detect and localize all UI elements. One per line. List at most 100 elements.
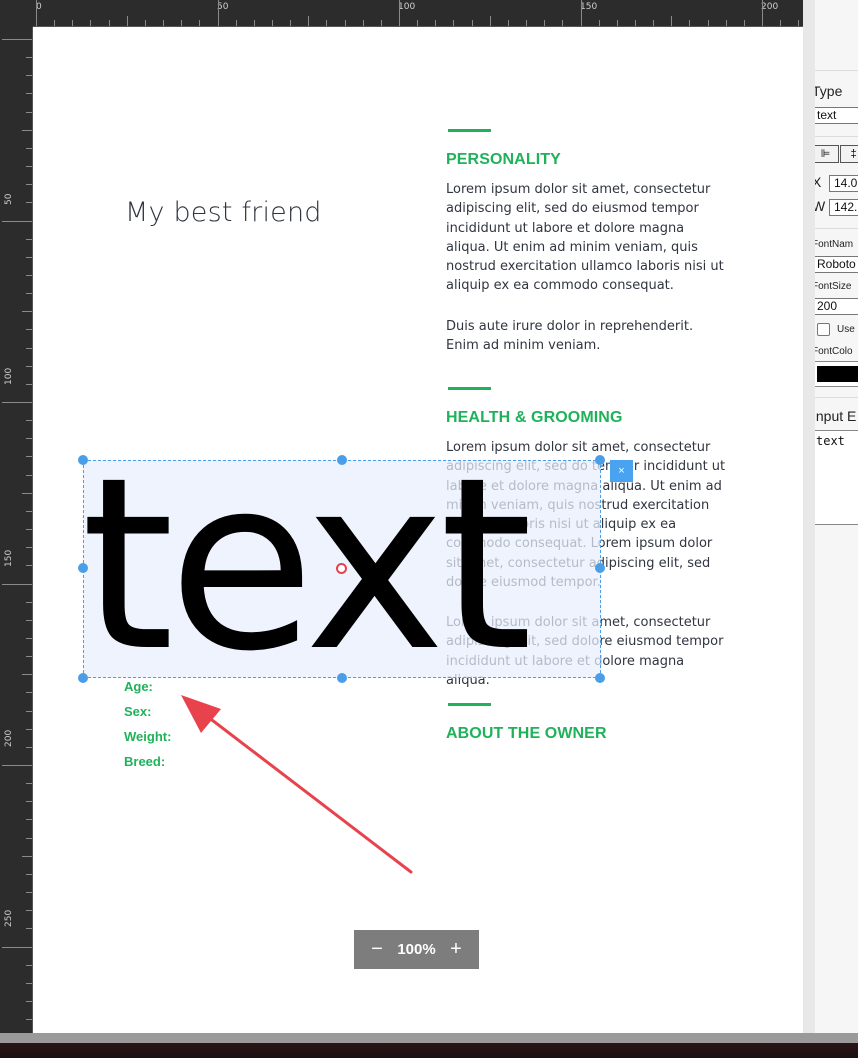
zoom-out-button[interactable]: − <box>368 938 386 961</box>
canvas-scroll-gutter <box>803 0 815 1033</box>
ruler-tick <box>2 583 32 585</box>
ruler-tick <box>26 801 32 803</box>
ruler-label-150: 150 <box>580 2 598 12</box>
page-title[interactable]: My best friend <box>125 197 322 228</box>
ruler-tick <box>22 492 32 494</box>
ruler-tick <box>544 20 546 26</box>
ruler-tick <box>22 129 32 131</box>
x-field[interactable]: 14.0 <box>829 175 858 192</box>
ruler-tick <box>26 728 32 730</box>
annotation-arrow-icon <box>181 695 413 874</box>
w-field[interactable]: 142. <box>829 199 858 216</box>
rotate-center-handle[interactable] <box>336 563 347 574</box>
owner-heading[interactable]: ABOUT THE OWNER <box>446 725 607 743</box>
resize-handle-top-left[interactable] <box>78 455 88 465</box>
ruler-tick <box>26 365 32 367</box>
ruler-tick <box>616 20 618 26</box>
panel-divider <box>815 70 858 71</box>
ruler-tick <box>26 474 32 476</box>
pet-field-breed[interactable]: Breed: <box>124 754 165 769</box>
ruler-tick <box>26 347 32 349</box>
ruler-tick <box>2 402 32 403</box>
ruler-tick <box>26 746 32 748</box>
resize-handle-bottom-center[interactable] <box>337 673 347 683</box>
ruler-tick <box>36 0 37 26</box>
align-left-button[interactable]: ⊫ <box>815 145 839 163</box>
window-bottom-edge <box>0 1033 858 1058</box>
vertical-ruler: 50 100 150 200 250 <box>0 27 33 1033</box>
ruler-tick <box>26 111 32 113</box>
ruler-tick <box>26 565 32 567</box>
font-color-picker[interactable] <box>815 361 858 387</box>
use-checkbox[interactable] <box>817 323 830 336</box>
ruler-tick <box>380 20 382 26</box>
ruler-tick <box>144 20 146 26</box>
ruler-tick <box>22 855 32 857</box>
ruler-tick <box>26 982 32 984</box>
ruler-corner <box>0 0 33 27</box>
ruler-label-100: 100 <box>398 2 416 12</box>
ruler-tick <box>26 420 32 422</box>
font-color-label: FontColo <box>815 346 853 357</box>
resize-handle-top-center[interactable] <box>337 455 347 465</box>
ruler-tick <box>725 20 727 26</box>
pet-field-sex[interactable]: Sex: <box>124 704 151 719</box>
health-heading[interactable]: HEALTH & GROOMING <box>446 409 623 427</box>
align-center-button[interactable]: ‡ <box>840 145 858 163</box>
selected-text-element[interactable]: text <box>81 447 533 685</box>
ruler-tick <box>26 783 32 785</box>
ruler-label-v50: 50 <box>4 193 14 205</box>
ruler-tick <box>26 1019 32 1021</box>
resize-handle-top-right[interactable] <box>595 455 605 465</box>
ruler-tick <box>26 547 32 549</box>
pet-field-weight[interactable]: Weight: <box>124 729 171 744</box>
ruler-tick <box>72 20 74 26</box>
personality-paragraph-1[interactable]: Lorem ipsum dolor sit amet, consectetur … <box>446 180 726 296</box>
use-label: Use <box>837 324 855 335</box>
panel-divider <box>815 136 858 137</box>
ruler-tick <box>326 20 328 26</box>
x-label: X <box>815 174 822 190</box>
resize-handle-bottom-right[interactable] <box>595 673 605 683</box>
ruler-tick <box>26 238 32 240</box>
ruler-tick <box>2 765 32 766</box>
delete-element-button[interactable]: × <box>610 460 633 482</box>
design-canvas[interactable]: My best friend PERSONALITY Lorem ipsum d… <box>33 27 803 1033</box>
font-name-select[interactable]: Roboto <box>815 256 858 273</box>
ruler-tick <box>2 946 32 948</box>
personality-paragraph-2[interactable]: Duis aute irure dolor in reprehenderit. … <box>446 317 726 356</box>
type-label: Type <box>815 83 843 99</box>
personality-heading[interactable]: PERSONALITY <box>446 151 561 169</box>
horizontal-ruler: 0 50 100 150 200 <box>0 0 803 27</box>
ruler-tick <box>489 16 491 26</box>
ruler-label-v150: 150 <box>4 549 14 567</box>
ruler-tick <box>26 166 32 168</box>
editor-app: 0 50 100 150 200 50 100 150 200 250 My b… <box>0 0 858 1058</box>
resize-handle-middle-right[interactable] <box>595 563 605 573</box>
ruler-tick <box>362 20 364 26</box>
ruler-tick <box>290 20 292 26</box>
resize-handle-bottom-left[interactable] <box>78 673 88 683</box>
ruler-tick <box>26 837 32 839</box>
zoom-level: 100% <box>397 941 436 958</box>
ruler-tick <box>2 39 32 40</box>
ruler-tick <box>671 16 673 26</box>
ruler-tick <box>26 456 32 458</box>
zoom-in-button[interactable]: + <box>447 938 465 961</box>
ruler-label-50: 50 <box>217 2 229 12</box>
ruler-tick <box>181 20 183 26</box>
resize-handle-middle-left[interactable] <box>78 563 88 573</box>
type-field[interactable]: text <box>815 107 858 124</box>
ruler-tick <box>271 20 273 26</box>
ruler-tick <box>26 438 32 440</box>
font-size-field[interactable]: 200 <box>815 298 858 315</box>
ruler-tick <box>26 147 32 149</box>
input-editor-textarea[interactable]: text <box>815 430 858 525</box>
ruler-tick <box>26 964 32 966</box>
ruler-tick <box>344 20 346 26</box>
health-accent-line <box>448 387 491 390</box>
personality-accent-line <box>448 129 491 132</box>
ruler-label-200: 200 <box>761 2 779 12</box>
ruler-tick <box>26 529 32 531</box>
ruler-tick <box>26 656 32 658</box>
